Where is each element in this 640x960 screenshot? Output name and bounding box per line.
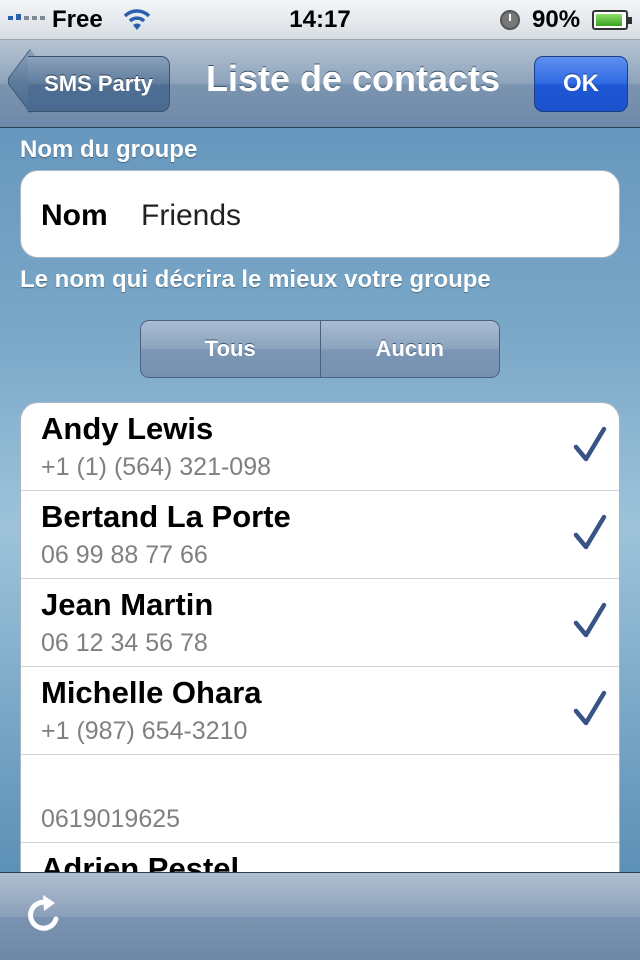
page-title: Liste de contacts — [205, 58, 501, 99]
back-button[interactable]: SMS Party — [28, 56, 170, 112]
battery-percent: 90% — [532, 6, 581, 33]
status-bar: Free 14:17 90% — [0, 0, 640, 40]
contact-phone: +1 (1) (564) 321-098 — [41, 453, 272, 481]
contact-row[interactable]: 0619019625 — [21, 755, 619, 843]
refresh-icon[interactable] — [22, 893, 66, 937]
group-name-input[interactable]: Friends — [141, 199, 241, 233]
checkmark-icon — [573, 602, 607, 638]
contact-row[interactable]: Michelle Ohara +1 (987) 654-3210 — [21, 667, 619, 755]
checkmark-icon — [573, 426, 607, 462]
bottom-toolbar — [0, 872, 640, 960]
contact-row[interactable]: Andy Lewis +1 (1) (564) 321-098 — [21, 403, 619, 491]
contact-phone: +1 (987) 654-3210 — [41, 717, 248, 745]
contact-row[interactable]: Bertand La Porte 06 99 88 77 66 — [21, 491, 619, 579]
battery-icon — [592, 10, 632, 30]
select-all-button[interactable]: Tous — [141, 321, 320, 377]
contact-phone: 0619019625 — [41, 805, 181, 833]
contact-name: Michelle Ohara — [41, 675, 262, 710]
group-name-header: Nom du groupe — [20, 136, 198, 163]
ok-button[interactable]: OK — [534, 56, 628, 112]
selection-segmented-control: Tous Aucun — [140, 320, 500, 378]
contact-list[interactable]: Andy Lewis +1 (1) (564) 321-098 Bertand … — [20, 402, 620, 882]
checkmark-icon — [573, 690, 607, 726]
alarm-icon — [500, 10, 520, 30]
contact-name: Bertand La Porte — [41, 499, 291, 534]
contact-phone: 06 12 34 56 78 — [41, 629, 208, 657]
group-name-label: Nom — [41, 199, 108, 232]
group-name-field[interactable]: Nom Friends — [20, 170, 620, 258]
contact-name: Andy Lewis — [41, 411, 214, 446]
contact-phone: 06 99 88 77 66 — [41, 541, 208, 569]
select-none-button[interactable]: Aucun — [319, 321, 500, 377]
contact-row[interactable]: Jean Martin 06 12 34 56 78 — [21, 579, 619, 667]
navigation-bar: SMS Party Liste de contacts OK — [0, 40, 640, 128]
contact-name: Jean Martin — [41, 587, 214, 622]
group-name-hint: Le nom qui décrira le mieux votre groupe — [20, 266, 491, 293]
checkmark-icon — [573, 514, 607, 550]
